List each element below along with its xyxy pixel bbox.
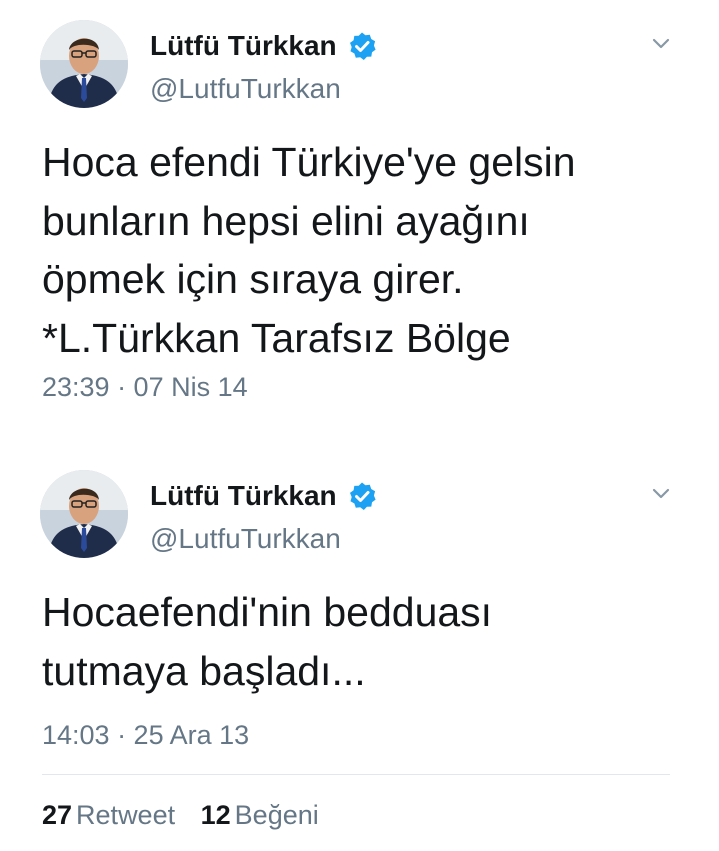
retweet-label: Retweet (76, 800, 176, 830)
profile-photo-icon (40, 470, 128, 558)
tweet-text-line: bunların hepsi elini ayağını (42, 197, 530, 244)
chevron-down-icon[interactable] (651, 37, 671, 51)
tweet[interactable]: Lütfü Türkkan @LutfuTurkkan Hoca efendi … (0, 0, 719, 430)
tweet-timestamp[interactable]: 23:39 · 07 Nis 14 (42, 370, 248, 404)
display-name[interactable]: Lütfü Türkkan (150, 479, 337, 513)
profile-photo-icon (40, 20, 128, 108)
verified-badge-icon (350, 482, 376, 510)
chevron-down-icon[interactable] (651, 487, 671, 501)
engagement-stats: 27 Retweet 12 Beğeni (42, 798, 337, 832)
avatar[interactable] (40, 20, 128, 108)
user-handle[interactable]: @LutfuTurkkan (150, 72, 341, 106)
divider (42, 774, 670, 775)
like-count[interactable]: 12 Beğeni (201, 798, 319, 832)
tweet-text-line: Hoca efendi Türkiye'ye gelsin (42, 139, 576, 185)
tweet-timestamp[interactable]: 14:03 · 25 Ara 13 (42, 718, 249, 752)
user-handle[interactable]: @LutfuTurkkan (150, 522, 341, 556)
retweet-count[interactable]: 27 Retweet (42, 798, 175, 832)
tweet[interactable]: Lütfü Türkkan @LutfuTurkkan Hocaefendi'n… (0, 450, 719, 770)
verified-badge-icon (350, 32, 376, 60)
tweet-text: Hocaefendi'nin bedduası tutmaya başladı.… (42, 583, 682, 700)
like-label: Beğeni (234, 800, 319, 830)
tweet-text-line: öpmek için sıraya girer. (42, 256, 464, 302)
tweet-text-line: *L.Türkkan Tarafsız Bölge (42, 314, 511, 361)
like-count-value: 12 (200, 800, 231, 830)
tweet-text-line: Hocaefendi'nin bedduası (42, 589, 493, 635)
display-name[interactable]: Lütfü Türkkan (150, 29, 337, 63)
avatar[interactable] (40, 470, 128, 558)
tweet-text: Hoca efendi Türkiye'ye gelsin bunların h… (42, 133, 682, 367)
retweet-count-value: 27 (42, 800, 73, 830)
tweet-text-line: tutmaya başladı... (42, 647, 366, 694)
